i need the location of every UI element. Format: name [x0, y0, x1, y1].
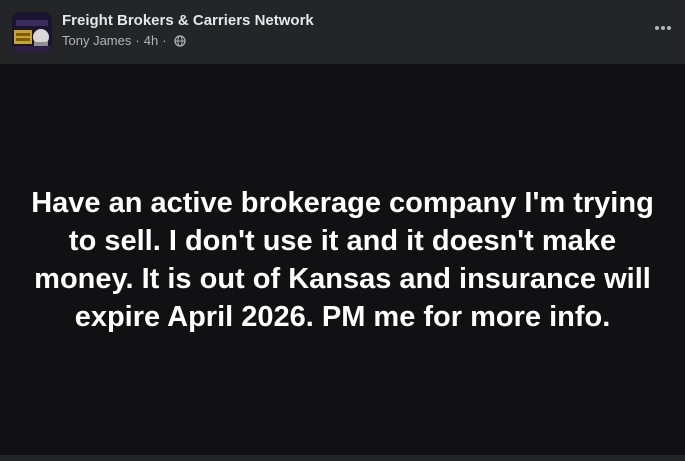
meta-separator: ·	[135, 33, 140, 48]
meta-separator-2: ·	[162, 33, 167, 48]
author-name-link[interactable]: Tony James	[62, 33, 131, 48]
post-body-background: Have an active brokerage company I'm try…	[0, 64, 685, 455]
post-text: Have an active brokerage company I'm try…	[31, 186, 654, 333]
more-options-icon	[655, 26, 671, 30]
globe-icon[interactable]	[173, 34, 186, 47]
post-footer-divider	[0, 455, 685, 461]
post-header: Freight Brokers & Carriers Network Tony …	[0, 0, 685, 64]
group-name-link[interactable]: Freight Brokers & Carriers Network	[62, 12, 314, 29]
group-avatar-image	[12, 12, 52, 52]
post-meta: Tony James · 4h ·	[62, 33, 186, 48]
group-avatar[interactable]	[12, 12, 52, 52]
feed-post: Freight Brokers & Carriers Network Tony …	[0, 0, 685, 461]
more-options-button[interactable]	[649, 16, 677, 40]
post-timestamp-link[interactable]: 4h	[144, 33, 158, 48]
